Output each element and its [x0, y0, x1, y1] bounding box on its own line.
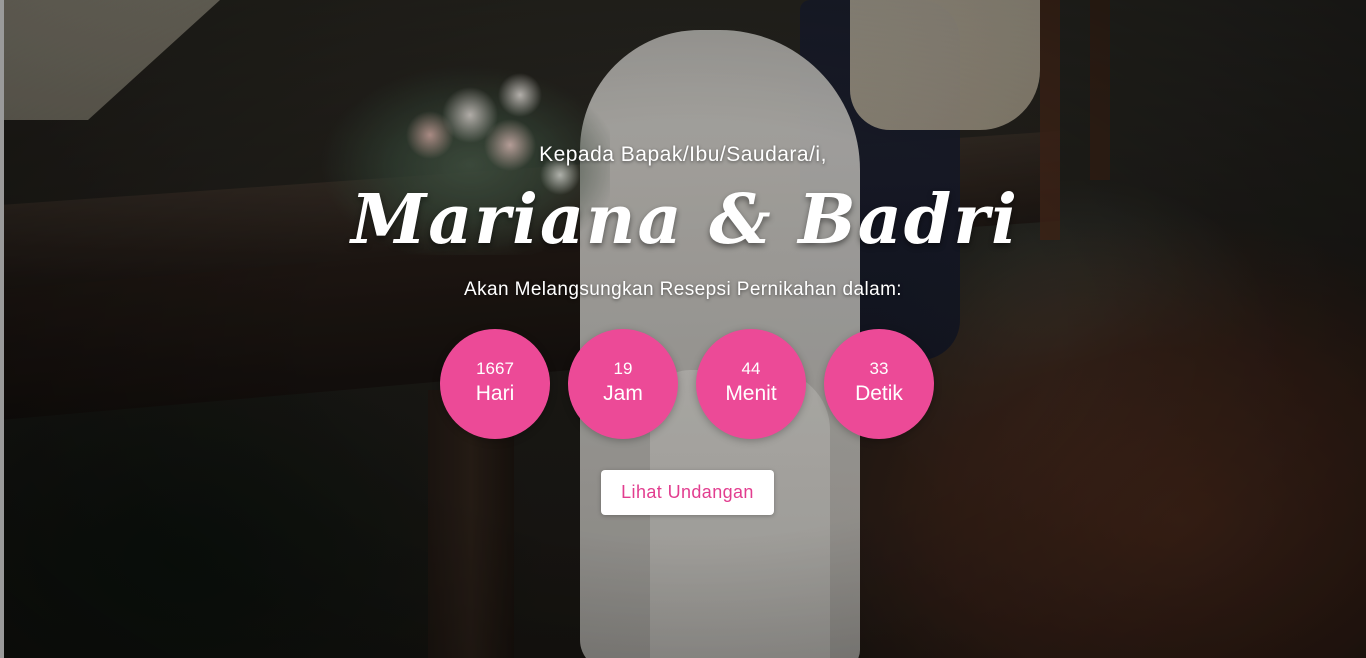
countdown-hours-value: 19: [613, 359, 633, 378]
countdown-days: 1667 Hari: [440, 329, 550, 439]
event-subtitle: Akan Melangsungkan Resepsi Pernikahan da…: [464, 279, 902, 300]
hero-content: Kepada Bapak/Ibu/Saudara/i, Mariana & Ba…: [0, 0, 1366, 658]
countdown-seconds-label: Detik: [855, 382, 903, 405]
countdown-days-label: Hari: [475, 382, 515, 405]
countdown-hours-label: Jam: [603, 382, 643, 405]
hero-section: Kepada Bapak/Ibu/Saudara/i, Mariana & Ba…: [0, 0, 1366, 658]
countdown-seconds-value: 33: [869, 359, 889, 378]
countdown-days-value: 1667: [476, 359, 514, 378]
countdown-minutes-label: Menit: [725, 382, 777, 405]
countdown-minutes-value: 44: [741, 359, 761, 378]
countdown-minutes: 44 Menit: [696, 329, 806, 439]
countdown-timer: 1667 Hari 19 Jam 44 Menit 33 Detik: [440, 329, 940, 439]
couple-names-title: Mariana & Badri: [350, 180, 1020, 260]
countdown-hours: 19 Jam: [568, 329, 678, 439]
view-invitation-button[interactable]: Lihat Undangan: [601, 470, 774, 515]
countdown-seconds: 33 Detik: [824, 329, 934, 439]
greeting-text: Kepada Bapak/Ibu/Saudara/i,: [539, 143, 827, 166]
